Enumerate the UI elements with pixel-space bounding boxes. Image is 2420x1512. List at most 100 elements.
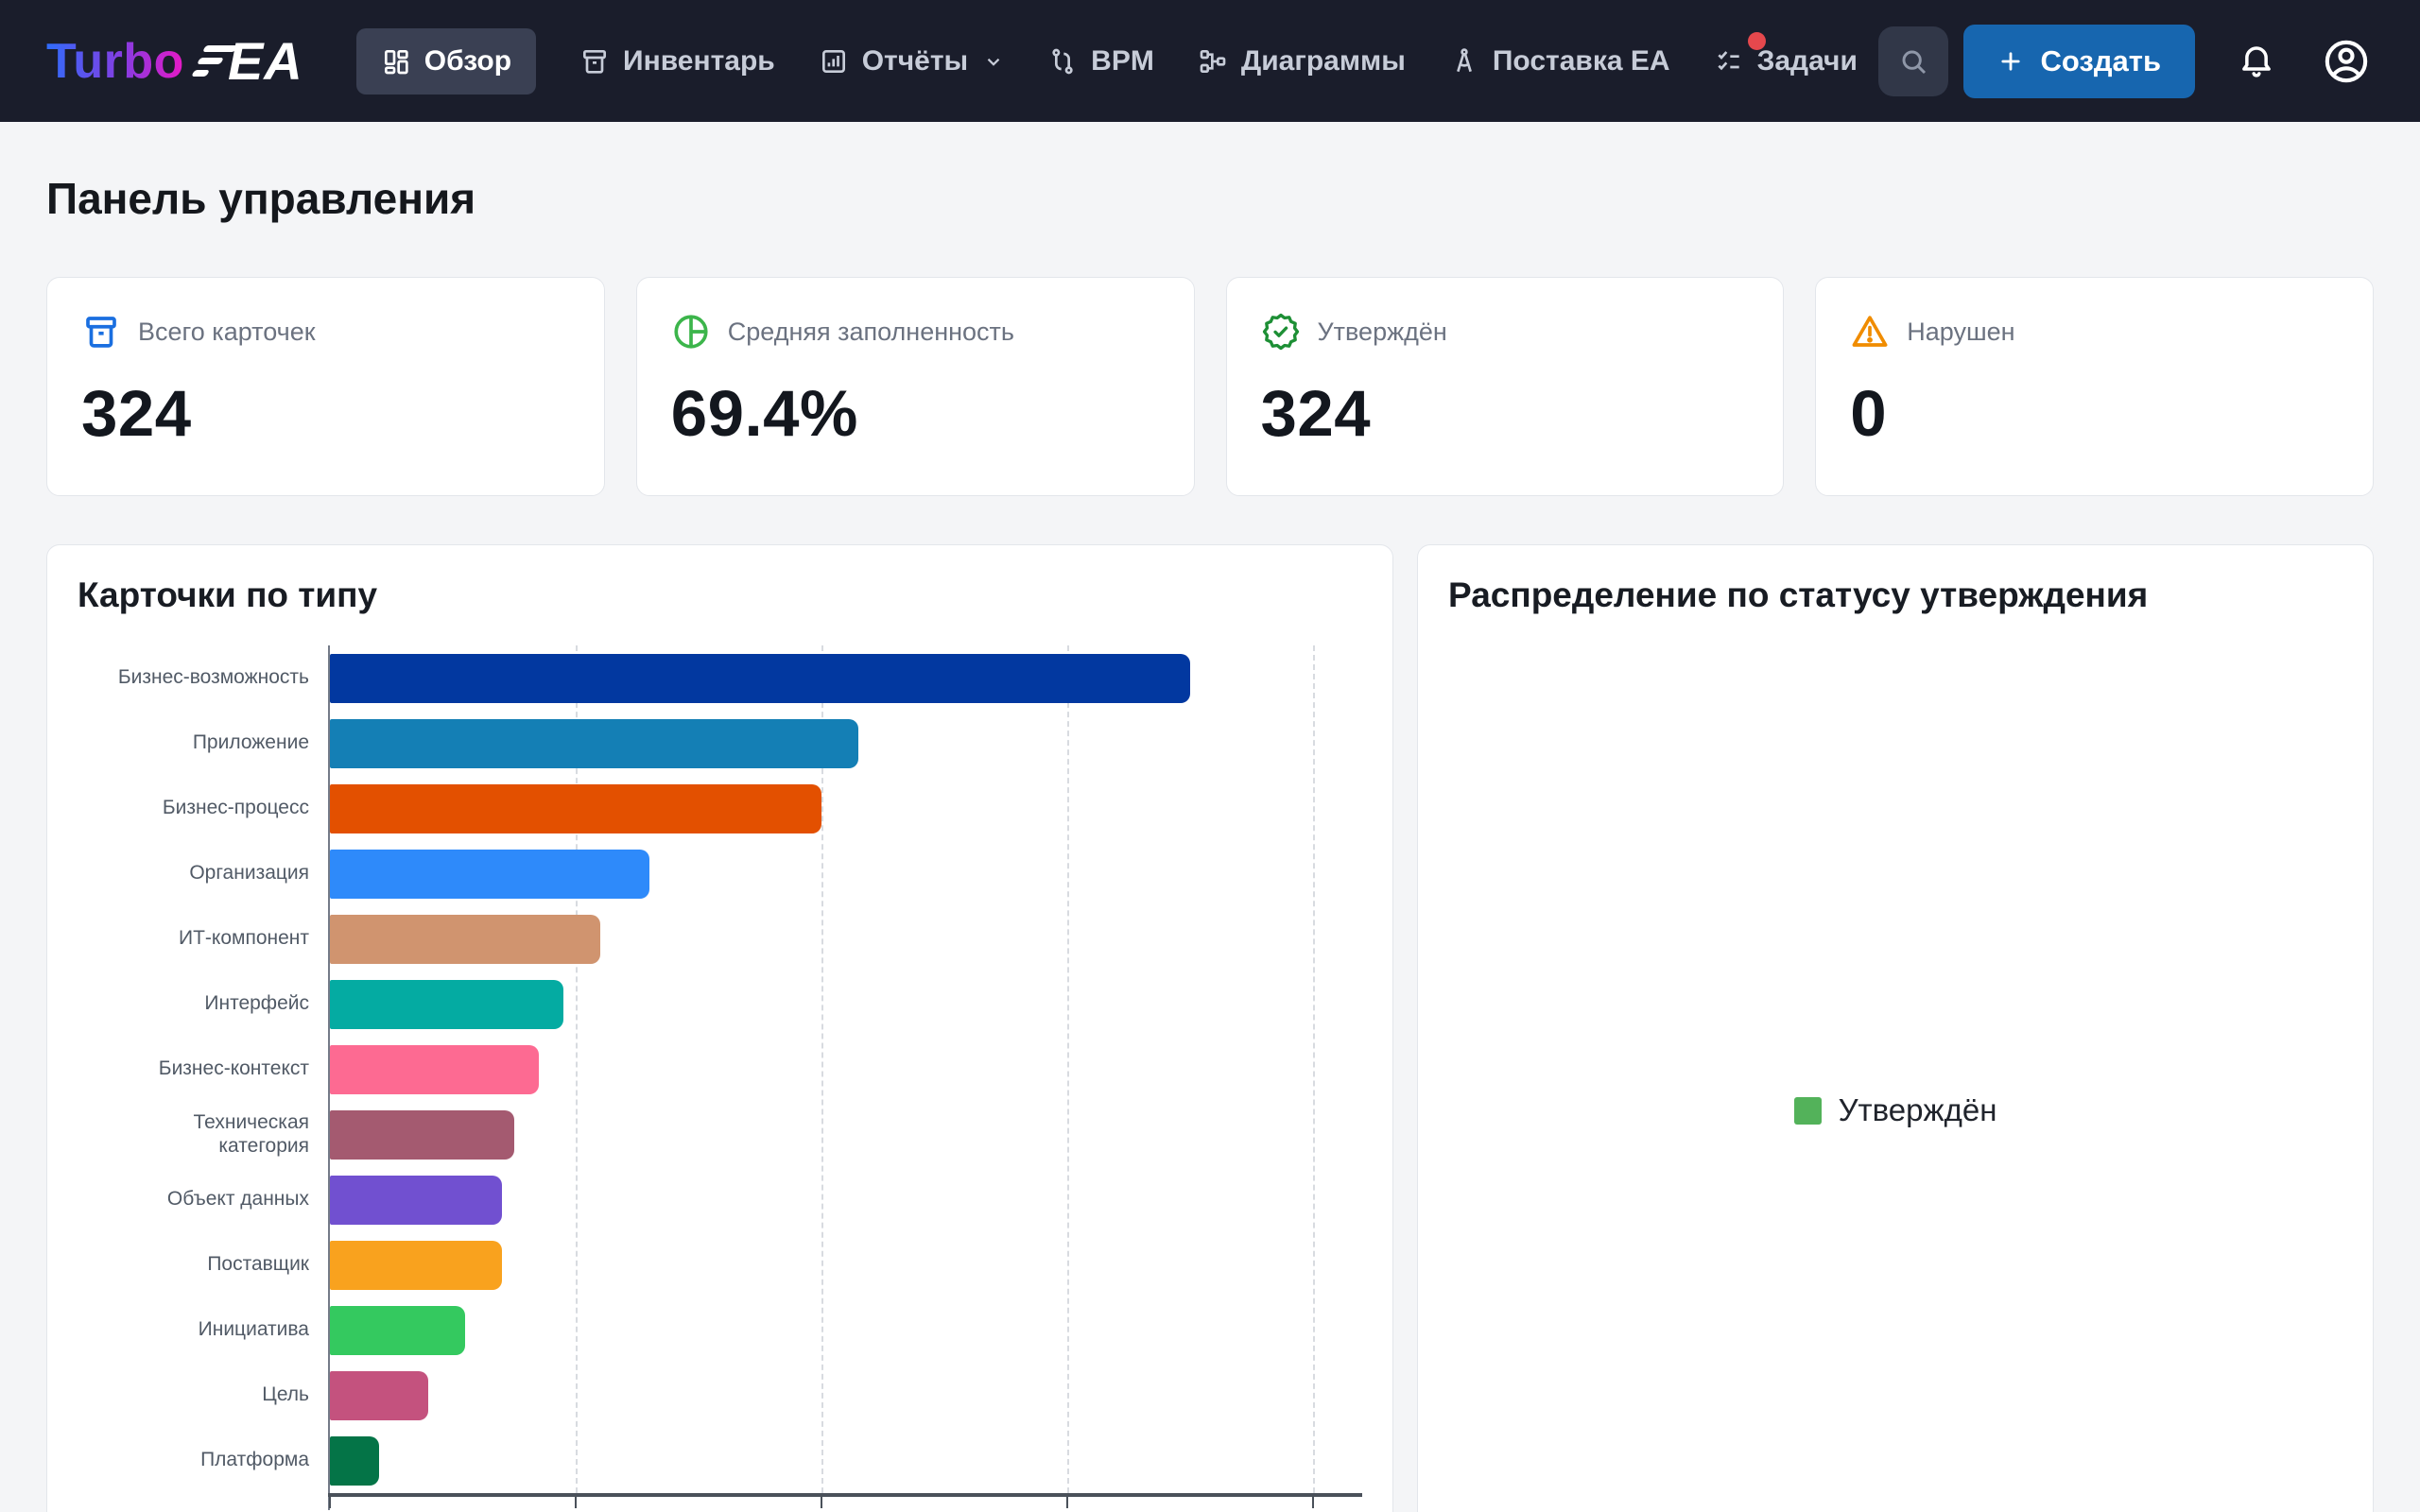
bar-label: ИТ-компонент (78, 906, 328, 971)
x-tick (329, 1497, 331, 1508)
page-title: Панель управления (46, 173, 2374, 224)
notifications-button[interactable] (2237, 42, 2276, 81)
bar-label: Инициатива (78, 1297, 328, 1363)
bar-plot (328, 645, 1362, 1510)
workflow-icon (1047, 46, 1078, 77)
search-icon (1898, 46, 1928, 77)
bar-label: Платформа (78, 1428, 328, 1493)
bar-row (330, 711, 1362, 776)
bar-label: Бизнес-процесс (78, 776, 328, 841)
bar (330, 1436, 379, 1486)
nav-item-tasks[interactable]: Задачи (1714, 45, 1858, 77)
stat-label: Всего карточек (138, 318, 316, 347)
bar-label: Интерфейс (78, 971, 328, 1037)
bar-row (330, 645, 1362, 711)
x-tick (1312, 1497, 1314, 1508)
bar-label: Бизнес-контекст (78, 1037, 328, 1102)
app-logo[interactable]: Turbo EA (46, 30, 303, 92)
stat-value: 69.4% (671, 376, 1160, 451)
nav-item-label: Поставка EA (1493, 45, 1670, 77)
stat-card-approved: Утверждён 324 (1226, 277, 1785, 496)
chevron-down-icon (983, 51, 1004, 72)
bar-row (330, 906, 1362, 971)
stat-card-violated: Нарушен 0 (1815, 277, 2374, 496)
bar (330, 654, 1190, 703)
nav-item-bpm[interactable]: BPM (1047, 45, 1154, 77)
bar-row (330, 1363, 1362, 1428)
x-tick (821, 1497, 822, 1508)
stats-row: Всего карточек 324 Средняя заполненность… (46, 277, 2374, 496)
bar (330, 850, 649, 899)
create-button-label: Создать (2041, 44, 2161, 78)
top-navbar: Turbo EA Обзор Инвентарь Отчёты (0, 0, 2420, 122)
bar (330, 1306, 465, 1355)
nav-item-label: Задачи (1757, 45, 1858, 77)
stat-label: Утверждён (1318, 318, 1447, 347)
bar (330, 915, 600, 964)
approval-status-panel: Распределение по статусу утверждения Утв… (1417, 544, 2374, 1512)
pie-chart-title: Распределение по статусу утверждения (1448, 576, 2342, 615)
warning-triangle-icon (1850, 312, 1890, 352)
bar-row (330, 1428, 1362, 1493)
stat-label: Средняя заполненность (728, 318, 1014, 347)
bar-label: Бизнес-возможность (78, 645, 328, 711)
bar-label: Поставщик (78, 1232, 328, 1297)
bar-row (330, 776, 1362, 841)
bar (330, 719, 858, 768)
plus-icon (1997, 48, 2024, 75)
legend-item-approved[interactable]: Утверждён (1794, 1092, 1997, 1128)
bar (330, 1110, 514, 1160)
archive-icon (579, 46, 610, 77)
create-button[interactable]: Создать (1963, 25, 2195, 98)
navbar-actions: Создать (1878, 25, 2371, 98)
diagram-nodes-icon (1198, 46, 1228, 77)
bell-icon (2237, 42, 2276, 81)
stat-value: 324 (81, 376, 570, 451)
bar-labels: Бизнес-возможностьПриложениеБизнес-проце… (78, 645, 328, 1510)
nav-item-overview[interactable]: Обзор (356, 28, 536, 94)
cards-by-type-panel: Карточки по типу Бизнес-возможностьПрило… (46, 544, 1393, 1512)
pie-chart-icon (671, 312, 711, 352)
bar-label: Техническая категория (78, 1102, 328, 1167)
x-tick (1066, 1497, 1068, 1508)
archive-box-icon (81, 312, 121, 352)
bar (330, 980, 563, 1029)
nav-item-ea-delivery[interactable]: Поставка EA (1449, 45, 1670, 77)
nav-item-label: Диаграммы (1241, 45, 1406, 77)
nav-item-diagrams[interactable]: Диаграммы (1198, 45, 1406, 77)
bar-row (330, 1102, 1362, 1167)
nav-item-label: Отчёты (862, 45, 968, 77)
legend-label: Утверждён (1839, 1092, 1997, 1128)
stat-value: 324 (1261, 376, 1750, 451)
charts-row: Карточки по типу Бизнес-возможностьПрило… (46, 544, 2374, 1512)
nav-item-label: Инвентарь (623, 45, 775, 77)
bar-row (330, 1297, 1362, 1363)
verified-badge-icon (1261, 312, 1301, 352)
stat-value: 0 (1850, 376, 2339, 451)
bar (330, 784, 821, 833)
tasks-icon (1714, 46, 1744, 77)
bar (330, 1176, 502, 1225)
bar-row (330, 841, 1362, 906)
bar-row (330, 1167, 1362, 1232)
search-button[interactable] (1878, 26, 1948, 96)
bar (330, 1371, 428, 1420)
x-tick (575, 1497, 577, 1508)
logo-text-turbo: Turbo (46, 33, 184, 90)
account-button[interactable] (2322, 37, 2371, 86)
main-content: Панель управления Всего карточек 324 Сре… (0, 173, 2420, 1512)
x-ticks (330, 1497, 1362, 1510)
bar-row (330, 1232, 1362, 1297)
pie-legend: Утверждён (1448, 1092, 2342, 1128)
stat-card-avg-completeness: Средняя заполненность 69.4% (636, 277, 1195, 496)
nav-item-inventory[interactable]: Инвентарь (579, 45, 775, 77)
nav-item-reports[interactable]: Отчёты (819, 45, 1004, 77)
bar (330, 1241, 502, 1290)
nav-item-label: BPM (1091, 45, 1154, 77)
bar-chart: Бизнес-возможностьПриложениеБизнес-проце… (78, 645, 1362, 1510)
bar-label: Организация (78, 841, 328, 906)
bar-row (330, 971, 1362, 1037)
bar-label: Приложение (78, 711, 328, 776)
bar-label: Цель (78, 1363, 328, 1428)
main-menu: Обзор Инвентарь Отчёты BPM (356, 28, 1858, 94)
